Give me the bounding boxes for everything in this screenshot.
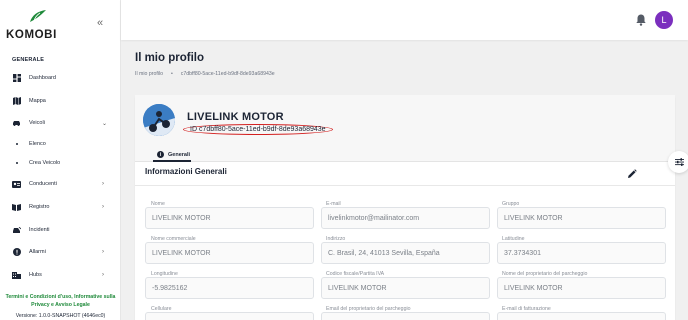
sidebar-subitem-crea-veicolo[interactable]: Crea Veicolo [0,156,120,170]
sidebar-item-label: Incidenti [29,227,50,233]
section-title: Informazioni Generali [145,167,227,176]
edit-pencil-icon[interactable] [627,166,637,178]
field-cellulare[interactable] [145,312,314,320]
app-version: Versione: 1.0.0-SNAPSHOT (4646ec0) [15,313,106,319]
sidebar-item-label: Crea Veicolo [29,160,61,166]
info-icon: i [157,151,164,158]
chevron-right-icon: › [102,181,104,187]
sidebar-item-veicoli[interactable]: Veicoli ⌄ [0,116,120,130]
sidebar-item-label: Elenco [29,141,46,147]
komobi-logo[interactable]: KOMOBI [6,9,70,41]
field-codice-fiscale[interactable]: LIVELINK MOTOR [321,277,490,299]
divider [135,185,675,186]
legal-links[interactable]: Termini e Condizioni d'uso, Informative … [0,293,121,309]
car-icon [12,119,21,128]
field-nome-commerciale[interactable]: LIVELINK MOTOR [145,242,314,264]
breadcrumb: Il mio profilo • c7dbff80-5ace-11ed-b9df… [135,71,275,77]
sidebar-item-label: Conducenti [29,181,57,187]
sidebar-item-label: Registro [29,204,50,210]
settings-drawer-toggle[interactable] [668,151,688,173]
brand-name: KOMOBI [6,29,57,41]
leaf-icon [30,10,46,22]
page-title: Il mio profilo [135,52,204,64]
topbar [121,0,688,40]
field-indirizzo[interactable]: C. Brasil, 24, 41013 Sevilla, España [321,242,490,264]
field-email-proprietario-parcheggio[interactable] [321,312,490,320]
chevron-right-icon: › [102,272,104,278]
legal-link-privacy[interactable]: Privacy e Avviso Legale [0,301,121,309]
tab-label: Generali [168,151,191,158]
profile-card: LIVELINK MOTOR ID c7dbff80-5ace-11ed-b9d… [135,95,675,320]
bell-icon[interactable] [636,13,646,26]
field-gruppo[interactable]: LIVELINK MOTOR [497,207,666,229]
sidebar-item-hubs[interactable]: Hubs › [0,268,120,282]
book-icon [12,203,21,212]
profile-header: LIVELINK MOTOR ID c7dbff80-5ace-11ed-b9d… [135,95,675,162]
sidebar-item-incidenti[interactable]: Incidenti [0,223,120,237]
sidebar-item-mappa[interactable]: Mappa [0,94,120,108]
bullet-icon [16,162,18,164]
dashboard-icon [12,74,21,83]
user-avatar[interactable]: L [655,11,673,29]
sidebar-item-label: Hubs [29,272,42,278]
sidebar-item-allarmi[interactable]: Allarmi › [0,245,120,259]
sidebar-item-label: Mappa [29,98,46,104]
alert-icon [12,248,21,257]
field-nome[interactable]: LIVELINK MOTOR [145,207,314,229]
breadcrumb-item: c7dbff80-5ace-11ed-b9df-8de93a68943e [180,71,275,77]
active-tab-indicator [153,160,191,162]
company-name: LIVELINK MOTOR [187,111,284,123]
collapse-sidebar-icon[interactable]: « [97,17,103,29]
company-id: ID c7dbff80-5ace-11ed-b9df-8de93a68943e [183,124,333,135]
field-email-fatturazione[interactable] [497,312,666,320]
field-latitudine[interactable]: 37.3734301 [497,242,666,264]
nav-section-label: GENERALE [12,57,45,63]
sidebar-item-label: Allarmi [29,249,46,255]
id-card-icon [12,180,21,189]
sidebar-item-conducenti[interactable]: Conducenti › [0,177,120,191]
chevron-right-icon: › [102,204,104,210]
sidebar-item-label: Dashboard [29,75,56,81]
building-icon [12,271,21,280]
sidebar-item-registro[interactable]: Registro › [0,200,120,214]
map-icon [12,97,21,106]
chevron-down-icon: ⌄ [102,120,108,127]
company-avatar [143,104,175,136]
breadcrumb-separator: • [170,71,173,77]
sidebar-item-label: Veicoli [29,120,45,126]
sidebar-item-dashboard[interactable]: Dashboard [0,71,120,85]
field-proprietario-parcheggio[interactable]: LIVELINK MOTOR [497,277,666,299]
sidebar: KOMOBI « GENERALE Dashboard Mappa Veicol… [0,0,121,320]
legal-link-terms[interactable]: Termini e Condizioni d'uso, Informative … [0,293,121,301]
bullet-icon [16,143,18,145]
car-crash-icon [12,226,21,235]
sliders-icon [674,158,684,166]
field-email[interactable]: livelinkmotor@mailinator.com [321,207,490,229]
sidebar-subitem-elenco[interactable]: Elenco [0,137,120,151]
chevron-right-icon: › [102,249,104,255]
field-longitudine[interactable]: -5.9825162 [145,277,314,299]
breadcrumb-item[interactable]: Il mio profilo [135,71,163,77]
